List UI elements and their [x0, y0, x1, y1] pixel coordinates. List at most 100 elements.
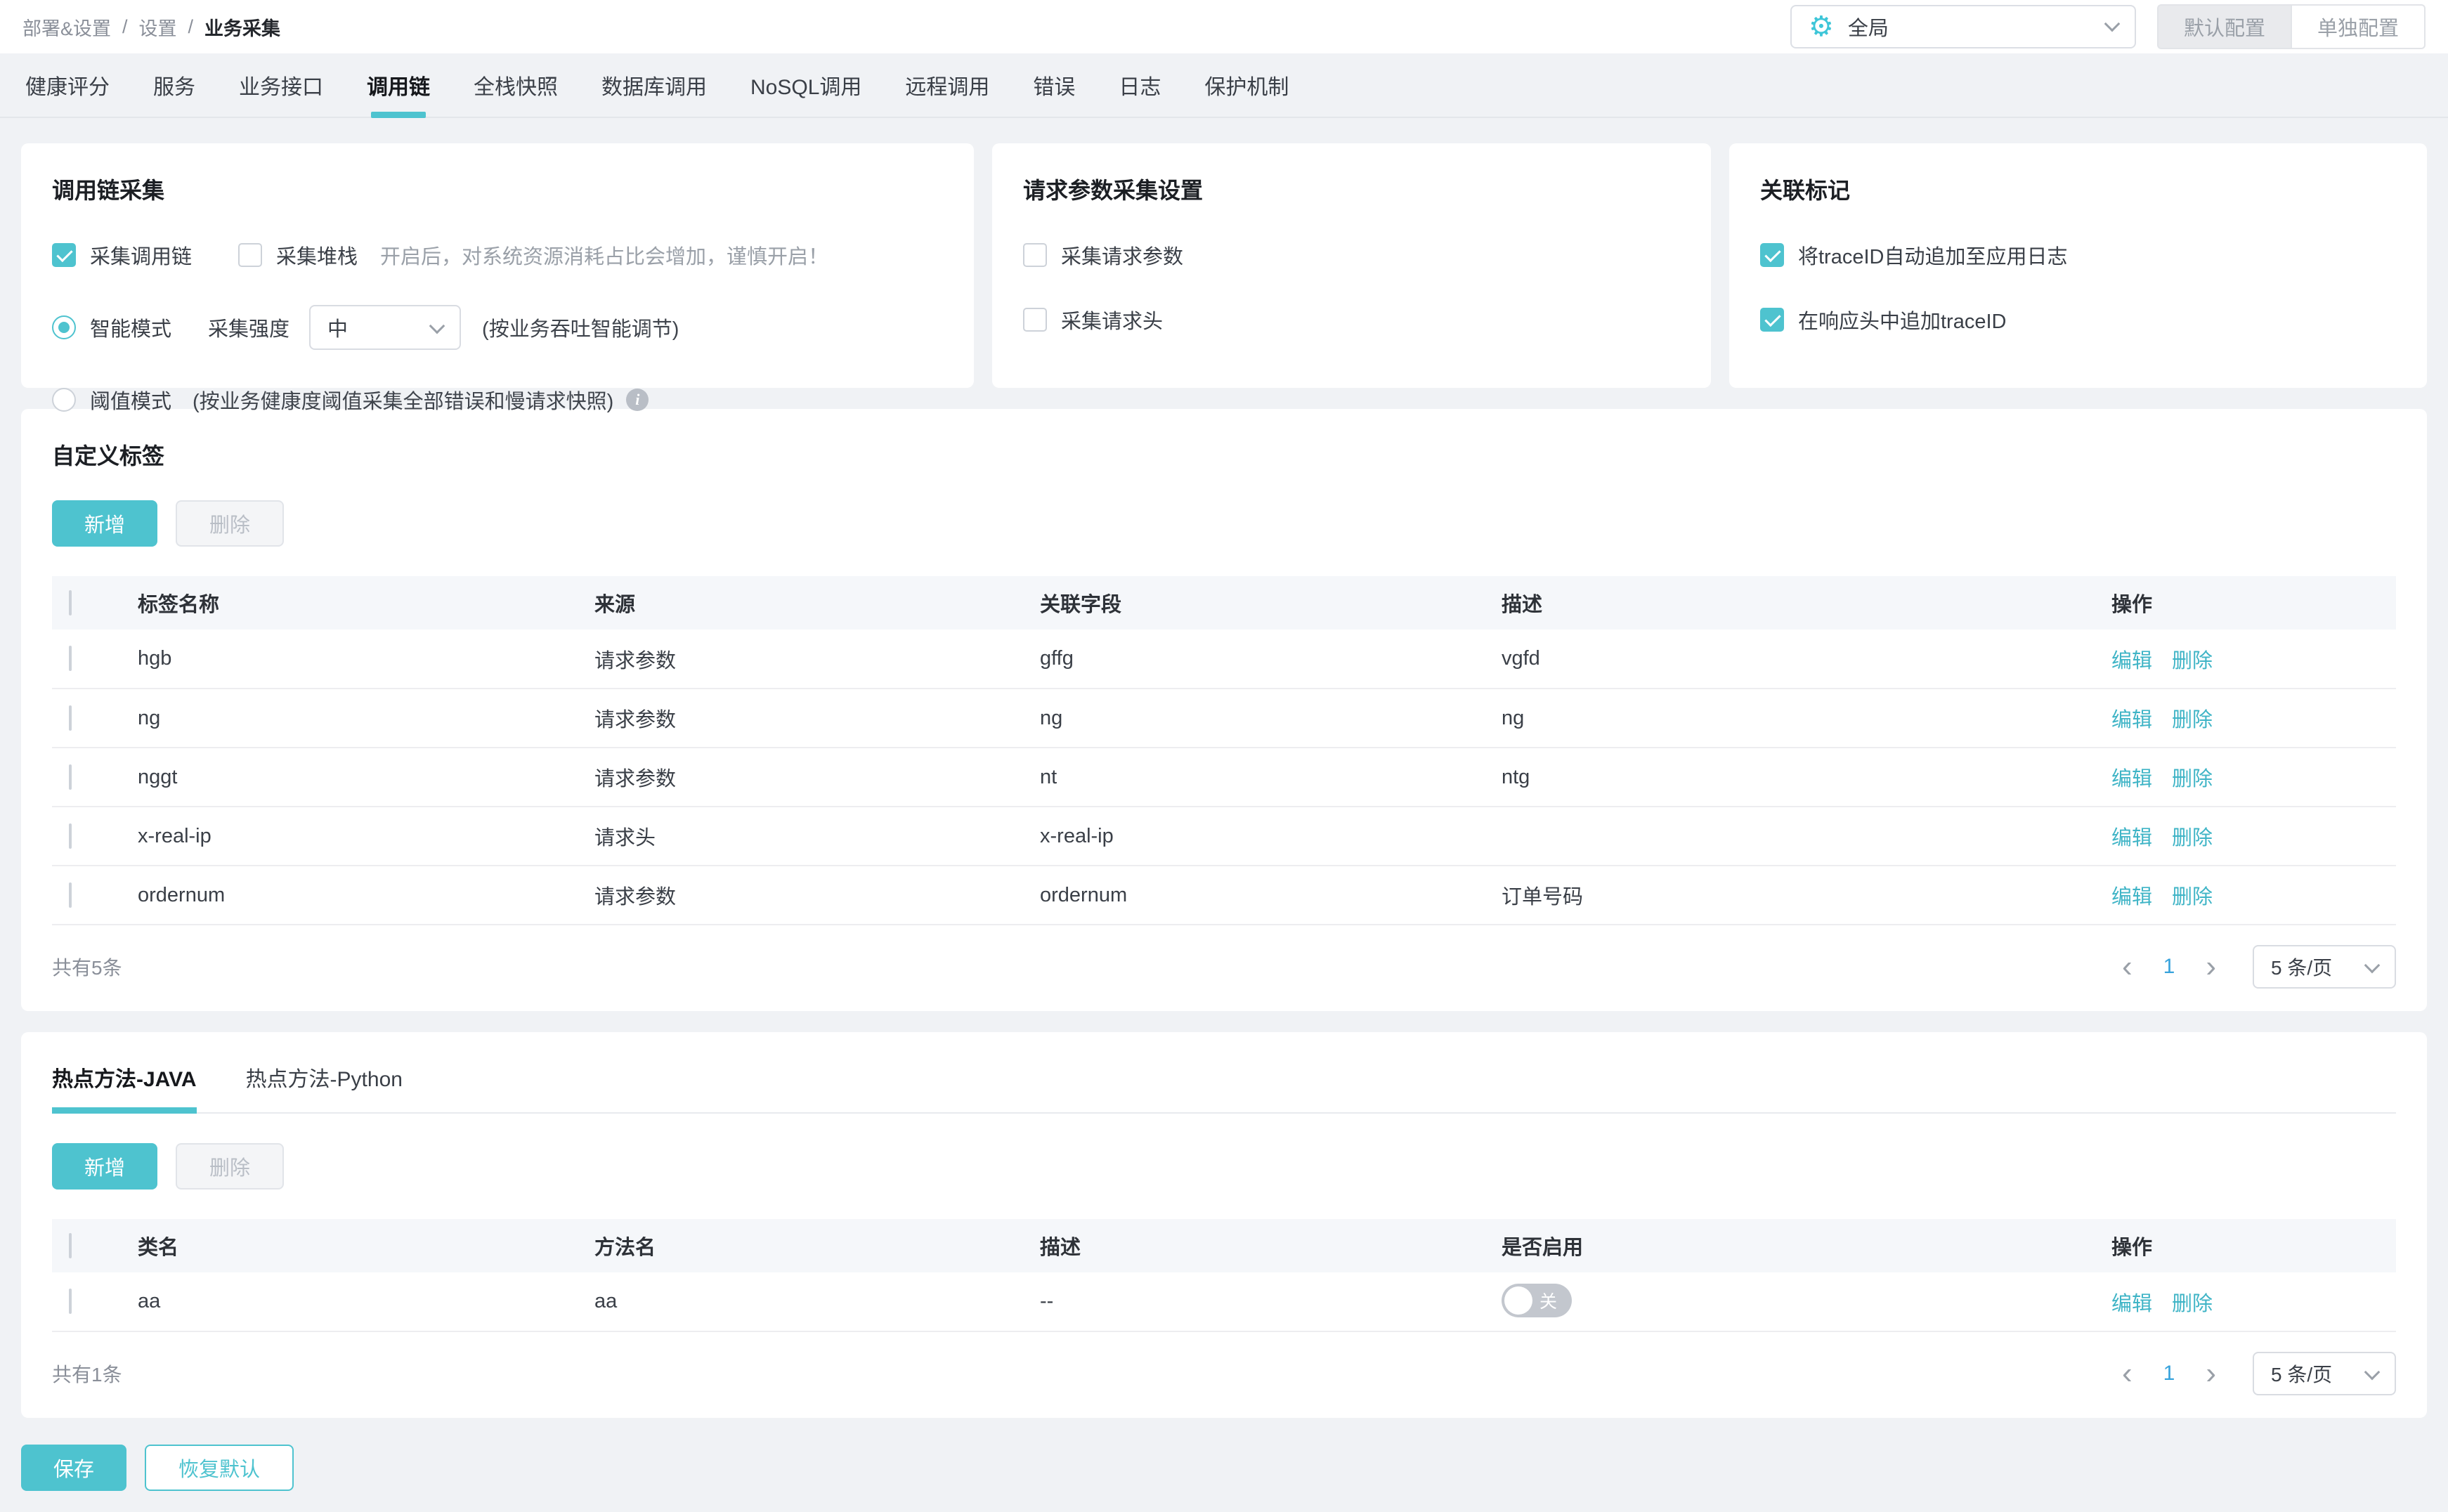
- checkbox-icon[interactable]: [1023, 308, 1047, 332]
- info-icon[interactable]: i: [626, 389, 649, 411]
- chevron-down-icon: [2364, 957, 2381, 974]
- edit-link[interactable]: 编辑: [2111, 1293, 2152, 1315]
- strength-select[interactable]: 中: [309, 305, 462, 350]
- smart-mode-radio[interactable]: 智能模式: [52, 313, 171, 342]
- cell-source: 请求参数: [586, 689, 1031, 748]
- radio-icon[interactable]: [52, 388, 76, 412]
- cell-tag-name: nggt: [129, 748, 586, 807]
- main-tab[interactable]: 保护机制: [1204, 53, 1289, 117]
- hot-method-tab[interactable]: 热点方法-JAVA: [52, 1062, 197, 1114]
- main-tab[interactable]: 日志: [1119, 53, 1161, 117]
- edit-link[interactable]: 编辑: [2111, 650, 2152, 672]
- cell-desc: ntg: [1493, 748, 2103, 807]
- delete-link[interactable]: 删除: [2172, 886, 2213, 908]
- cell-source: 请求参数: [586, 630, 1031, 689]
- checkbox-label: 在响应头中追加traceID: [1798, 311, 2007, 333]
- row-checkbox[interactable]: [69, 705, 72, 731]
- page-number[interactable]: 1: [2148, 1362, 2191, 1386]
- table-row: ng 请求参数 ng ng 编辑 删除: [52, 689, 2396, 748]
- page-number[interactable]: 1: [2148, 955, 2191, 979]
- param-checkbox[interactable]: 采集请求参数: [1023, 240, 1183, 270]
- main-tab[interactable]: 数据库调用: [601, 53, 707, 117]
- row-checkbox[interactable]: [69, 882, 72, 908]
- chevron-down-icon: [2104, 15, 2121, 32]
- select-all-checkbox[interactable]: [69, 589, 72, 615]
- delete-method-button[interactable]: 删除: [176, 1143, 285, 1190]
- checkbox-icon[interactable]: [52, 243, 76, 267]
- main-tab[interactable]: NoSQL调用: [750, 53, 861, 117]
- breadcrumb: 部署&设置 / 设置 / 业务采集: [22, 13, 280, 41]
- breadcrumb-item-deploy-settings[interactable]: 部署&设置: [22, 13, 111, 41]
- checkbox-label: 采集请求头: [1061, 311, 1164, 333]
- page-size-select[interactable]: 5 条/页: [2253, 1352, 2396, 1395]
- prev-page-button[interactable]: ‹: [2107, 1358, 2148, 1389]
- table-row: aa aa -- 关 编辑 删除: [52, 1272, 2396, 1332]
- main-tab[interactable]: 全栈快照: [474, 53, 558, 117]
- delete-link[interactable]: 删除: [2172, 650, 2213, 672]
- relation-checkbox[interactable]: 将traceID自动追加至应用日志: [1760, 240, 2067, 270]
- main-tab[interactable]: 健康评分: [25, 53, 110, 117]
- scope-select[interactable]: ⚙ 全局: [1790, 5, 2136, 48]
- breadcrumb-item-settings[interactable]: 设置: [139, 13, 177, 41]
- param-checkbox[interactable]: 采集请求头: [1023, 305, 1163, 334]
- topbar-right: ⚙ 全局 默认配置 单独配置: [1790, 4, 2426, 49]
- main-tab[interactable]: 调用链: [367, 53, 430, 117]
- main-tab[interactable]: 错误: [1033, 53, 1075, 117]
- toggle-knob: [1504, 1286, 1532, 1315]
- enable-toggle[interactable]: 关: [1502, 1283, 1572, 1317]
- next-page-button[interactable]: ›: [2190, 951, 2232, 982]
- collect-stack-checkbox[interactable]: 采集堆栈: [238, 240, 358, 270]
- checkbox-icon[interactable]: [1760, 308, 1784, 332]
- edit-link[interactable]: 编辑: [2111, 886, 2152, 908]
- custom-tags-toolbar: 新增 删除: [52, 500, 2396, 547]
- prev-page-button[interactable]: ‹: [2107, 951, 2148, 982]
- default-config-button[interactable]: 默认配置: [2156, 4, 2291, 49]
- cell-field: x-real-ip: [1031, 807, 1493, 866]
- radio-icon[interactable]: [52, 315, 76, 339]
- add-method-button[interactable]: 新增: [52, 1143, 158, 1190]
- delete-link[interactable]: 删除: [2172, 827, 2213, 849]
- table-footer: 共有1条 ‹ 1 › 5 条/页: [52, 1352, 2396, 1395]
- main-tab[interactable]: 远程调用: [905, 53, 989, 117]
- threshold-mode-row: 阈值模式 (按业务健康度阈值采集全部错误和慢请求快照) i: [52, 385, 943, 415]
- delete-link[interactable]: 删除: [2172, 709, 2213, 731]
- hot-method-tab[interactable]: 热点方法-Python: [246, 1062, 403, 1112]
- cell-tag-name: hgb: [129, 630, 586, 689]
- column-header: 来源: [586, 576, 1031, 630]
- column-header: 标签名称: [129, 576, 586, 630]
- edit-link[interactable]: 编辑: [2111, 827, 2152, 849]
- add-tag-button[interactable]: 新增: [52, 500, 158, 547]
- checkbox-icon[interactable]: [1760, 243, 1784, 267]
- delete-link[interactable]: 删除: [2172, 1293, 2213, 1315]
- save-button[interactable]: 保存: [21, 1445, 127, 1491]
- panel-title: 调用链采集: [52, 178, 165, 203]
- edit-link[interactable]: 编辑: [2111, 768, 2152, 790]
- row-checkbox[interactable]: [69, 823, 72, 849]
- row-checkbox[interactable]: [69, 1289, 72, 1314]
- table-row: nggt 请求参数 nt ntg 编辑 删除: [52, 748, 2396, 807]
- delete-tag-button[interactable]: 删除: [176, 500, 285, 547]
- main-tab[interactable]: 服务: [153, 53, 195, 117]
- page-size-select[interactable]: 5 条/页: [2253, 945, 2396, 989]
- panel-title: 请求参数采集设置: [1023, 178, 1204, 203]
- table-header-row: 类名 方法名 描述 是否启用 操作: [52, 1219, 2396, 1272]
- relation-checkbox[interactable]: 在响应头中追加traceID: [1760, 305, 2006, 334]
- row-checkbox[interactable]: [69, 646, 72, 671]
- checkbox-icon[interactable]: [1023, 243, 1047, 267]
- delete-link[interactable]: 删除: [2172, 768, 2213, 790]
- separate-config-button[interactable]: 单独配置: [2290, 4, 2426, 49]
- topbar: 部署&设置 / 设置 / 业务采集 ⚙ 全局 默认配置 单独配置: [0, 0, 2448, 53]
- page-size-value: 5 条/页: [2271, 1364, 2333, 1386]
- row-checkbox[interactable]: [69, 764, 72, 790]
- main-tabs: 健康评分 服务 业务接口 调用链 全栈快照 数据库调用 NoSQL调用 远程调用…: [0, 53, 2448, 118]
- cell-desc: --: [1031, 1272, 1493, 1332]
- edit-link[interactable]: 编辑: [2111, 709, 2152, 731]
- next-page-button[interactable]: ›: [2190, 1358, 2232, 1389]
- threshold-mode-radio[interactable]: 阈值模式: [52, 385, 171, 415]
- collect-trace-checkbox[interactable]: 采集调用链: [52, 240, 192, 270]
- main-tab[interactable]: 业务接口: [239, 53, 323, 117]
- reset-default-button[interactable]: 恢复默认: [145, 1445, 294, 1491]
- checkbox-icon[interactable]: [238, 243, 263, 267]
- select-all-checkbox[interactable]: [69, 1232, 72, 1258]
- checkbox-label: 采集调用链: [90, 246, 193, 268]
